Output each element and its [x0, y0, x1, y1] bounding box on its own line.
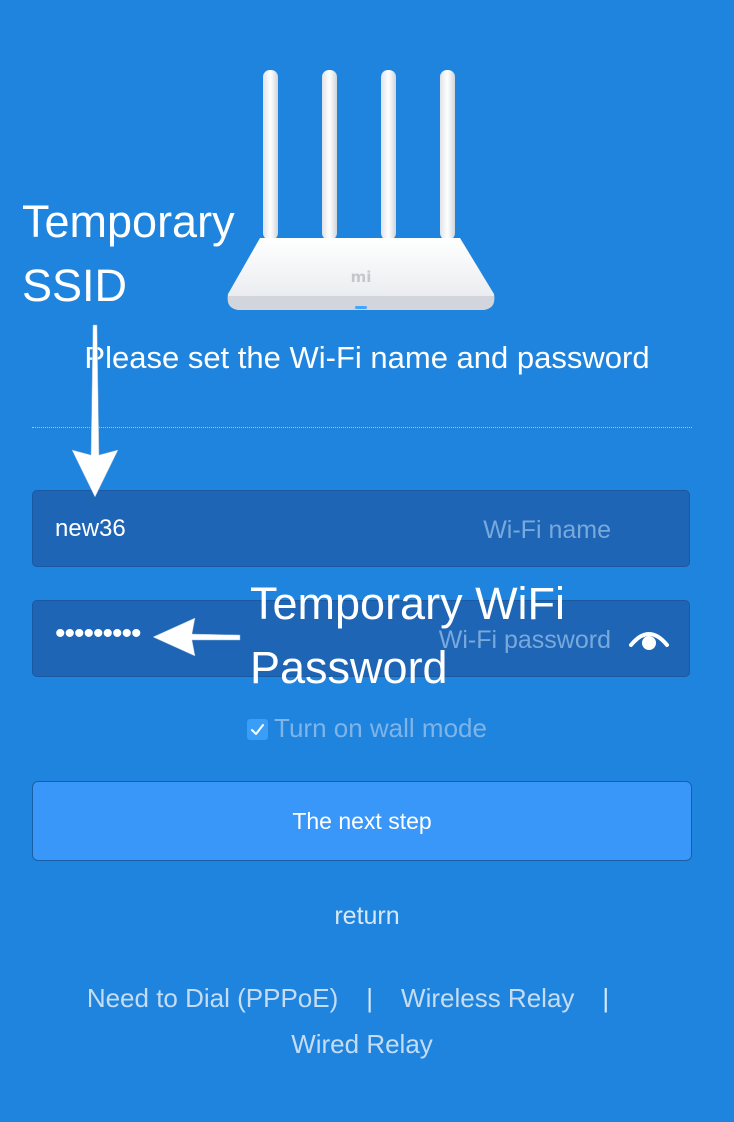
wifi-password-value: ••••••••• [55, 617, 142, 650]
wifi-name-placeholder: Wi-Fi name [483, 516, 611, 544]
password-annotation-line2: Password [250, 642, 448, 693]
wired-relay-link[interactable]: Wired Relay [291, 1029, 433, 1059]
eye-icon[interactable] [629, 625, 669, 653]
ssid-annotation-line1: Temporary [22, 196, 235, 247]
wifi-name-value: new36 [55, 515, 126, 542]
page-heading: Please set the Wi-Fi name and password [84, 340, 650, 375]
wall-mode-checkbox[interactable] [247, 719, 269, 740]
return-link[interactable]: return [0, 902, 734, 931]
pppoe-link[interactable]: Need to Dial (PPPoE) [87, 983, 338, 1013]
link-separator: | [602, 983, 610, 1013]
router-image: mi [227, 70, 495, 310]
next-step-button[interactable]: The next step [32, 781, 692, 861]
password-annotation-line1: Temporary WiFi [250, 578, 566, 629]
wall-mode-row: Turn on wall mode [0, 713, 734, 744]
router-logo: mi [351, 268, 372, 286]
password-annotation: Temporary WiFi Password [250, 572, 565, 700]
mode-links: Need to Dial (PPPoE) | Wireless Relay | Wire… [32, 975, 692, 1067]
wifi-name-field[interactable]: new36 Wi-Fi name [32, 490, 690, 567]
wall-mode-label[interactable]: Turn on wall mode [274, 713, 487, 743]
ssid-annotation: Temporary SSID [22, 190, 235, 318]
link-separator: | [366, 983, 374, 1013]
wireless-relay-link[interactable]: Wireless Relay [401, 983, 574, 1013]
router-illustration: mi [222, 66, 502, 316]
dotted-divider [32, 427, 692, 428]
ssid-annotation-line2: SSID [22, 260, 128, 311]
